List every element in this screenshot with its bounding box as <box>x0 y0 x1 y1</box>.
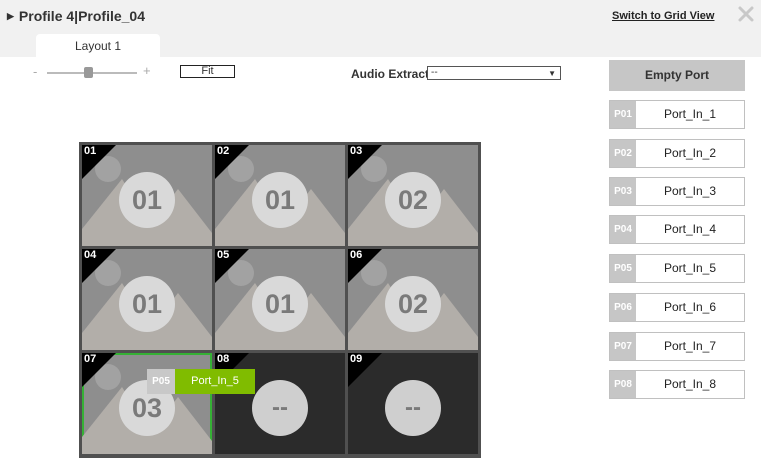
cell-number: 03 <box>350 145 363 157</box>
fit-button[interactable]: Fit <box>180 65 235 78</box>
port-name: Port_In_4 <box>663 222 717 236</box>
layout-cell[interactable]: 06 02 <box>348 249 478 350</box>
port-id: P06 <box>610 294 636 321</box>
audio-extract-value: -- <box>431 67 438 78</box>
port-id: P03 <box>610 178 636 205</box>
port-name: Port_In_6 <box>663 300 717 314</box>
tab-label: Layout 1 <box>74 39 122 53</box>
port-id: P05 <box>147 369 175 394</box>
port-name: Port_In_8 <box>663 377 717 391</box>
port-item[interactable]: P08 Port_In_8 <box>609 370 745 399</box>
tab-layout-1[interactable]: Layout 1 <box>36 34 160 57</box>
cell-port-badge: 02 <box>385 172 441 228</box>
port-id: P07 <box>610 333 636 360</box>
port-item[interactable]: P01 Port_In_1 <box>609 100 745 129</box>
layout-cell[interactable]: 05 01 <box>215 249 345 350</box>
layout-cell[interactable]: 03 02 <box>348 145 478 246</box>
layout-cell[interactable]: 09 -- <box>348 353 478 454</box>
port-name: Port_In_5 <box>191 375 239 387</box>
port-id: P04 <box>610 216 636 243</box>
dragged-port-chip[interactable]: P05 Port_In_5 <box>147 369 255 394</box>
port-id: P08 <box>610 371 636 398</box>
port-item[interactable]: P04 Port_In_4 <box>609 215 745 244</box>
port-item[interactable]: P02 Port_In_2 <box>609 139 745 168</box>
port-name: Port_In_3 <box>663 184 717 198</box>
cell-number: 07 <box>84 353 97 365</box>
port-item[interactable]: P05 Port_In_5 <box>609 254 745 283</box>
cell-number: 08 <box>217 353 230 365</box>
port-id: P01 <box>610 101 636 128</box>
empty-port-button[interactable]: Empty Port <box>609 60 745 91</box>
close-icon[interactable] <box>736 4 756 24</box>
layout-cell[interactable]: 04 01 <box>82 249 212 350</box>
port-name: Port_In_7 <box>663 339 717 353</box>
port-id: P05 <box>610 255 636 282</box>
port-item[interactable]: P06 Port_In_6 <box>609 293 745 322</box>
port-item[interactable]: P03 Port_In_3 <box>609 177 745 206</box>
page-title: ▶ Profile 4|Profile_04 <box>7 8 145 24</box>
cell-port-badge: 01 <box>119 276 175 332</box>
cell-port-badge: 01 <box>252 276 308 332</box>
cell-port-badge: 01 <box>252 172 308 228</box>
cell-number: 09 <box>350 353 363 365</box>
layout-cell[interactable]: 01 01 <box>82 145 212 246</box>
layout-cell[interactable]: 02 01 <box>215 145 345 246</box>
cell-port-badge: 02 <box>385 276 441 332</box>
port-item[interactable]: P07 Port_In_7 <box>609 332 745 361</box>
cell-port-badge: -- <box>252 380 308 436</box>
profile-title: Profile 4|Profile_04 <box>18 8 146 24</box>
switch-to-grid-view-link[interactable]: Switch to Grid View <box>612 10 714 22</box>
zoom-in-icon[interactable]: + <box>143 63 151 78</box>
port-name: Port_In_2 <box>663 146 717 160</box>
cell-port-badge: -- <box>385 380 441 436</box>
port-id: P02 <box>610 140 636 167</box>
dropdown-arrow-icon: ▼ <box>548 69 556 78</box>
cell-number: 01 <box>84 145 97 157</box>
layout-canvas: 01 01 02 01 03 02 04 01 05 01 06 02 07 0… <box>79 142 481 458</box>
cell-number: 06 <box>350 249 363 261</box>
audio-extract-select[interactable]: -- ▼ <box>427 66 561 80</box>
zoom-slider-thumb[interactable] <box>84 67 93 78</box>
expand-triangle-icon[interactable]: ▶ <box>7 11 14 22</box>
cell-number: 05 <box>217 249 230 261</box>
port-name: Port_In_1 <box>663 107 717 121</box>
top-bar: ▶ Profile 4|Profile_04 Switch to Grid Vi… <box>0 0 761 57</box>
zoom-out-icon[interactable]: - <box>33 64 37 79</box>
cell-port-badge: 01 <box>119 172 175 228</box>
audio-extract-label: Audio Extract <box>351 67 430 81</box>
cell-number: 02 <box>217 145 230 157</box>
port-name: Port_In_5 <box>663 261 717 275</box>
cell-number: 04 <box>84 249 97 261</box>
